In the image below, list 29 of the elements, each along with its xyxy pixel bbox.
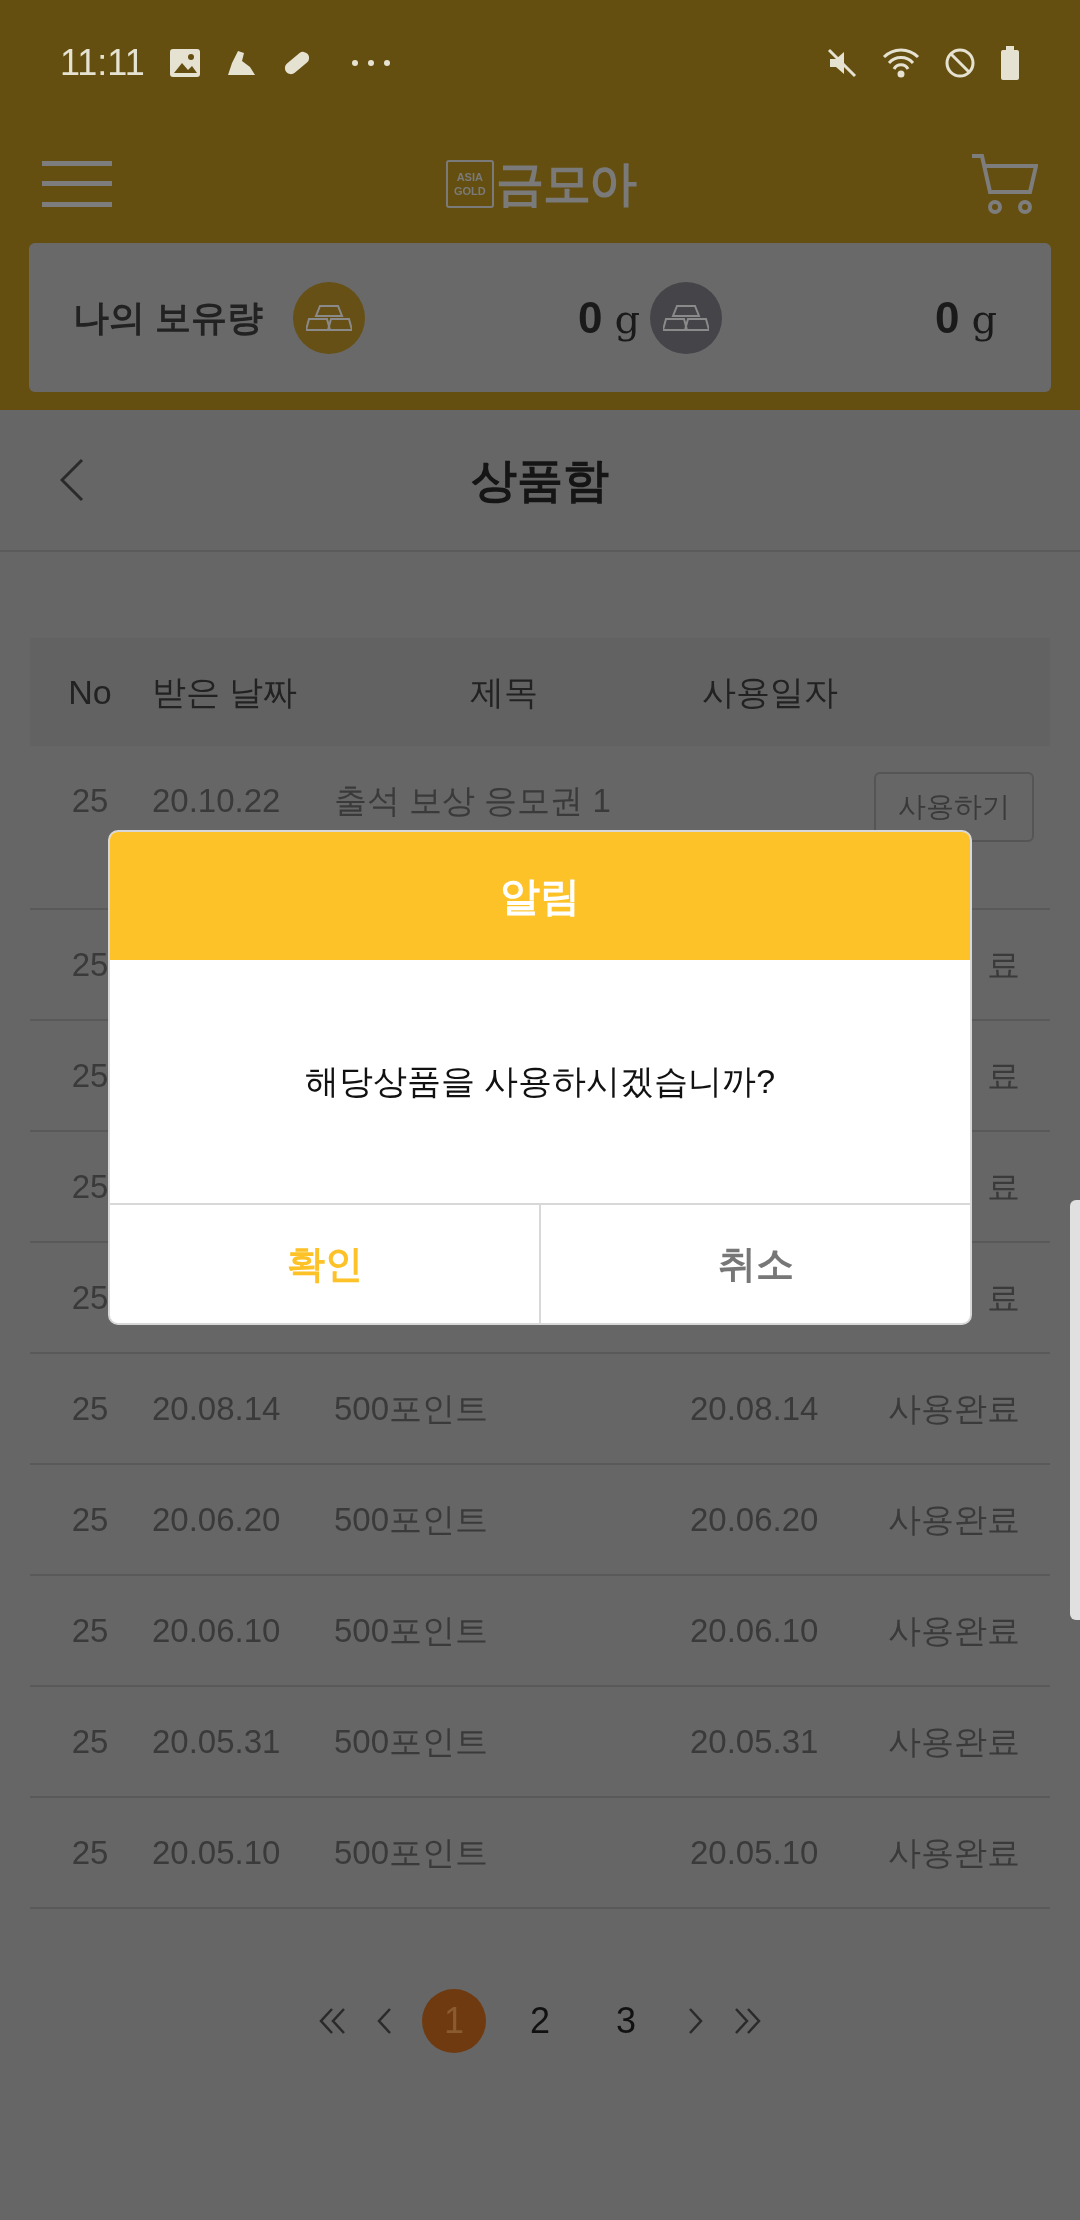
- last-page-icon[interactable]: [732, 2007, 762, 2035]
- bullion-bars-icon: [663, 302, 709, 333]
- holdings-amount: 0: [577, 291, 603, 344]
- holdings-label: 나의 보유량: [73, 295, 263, 340]
- battery-icon: [1000, 45, 1020, 80]
- column-header: 받은 날짜: [151, 671, 299, 713]
- holdings-unit: g: [971, 294, 997, 344]
- cart-icon[interactable]: [970, 153, 1038, 215]
- status-time: 11:11: [60, 40, 145, 85]
- page-title: 상품함: [471, 452, 609, 508]
- menu-icon[interactable]: [42, 161, 112, 207]
- image-icon: [168, 47, 201, 78]
- wifi-icon: [882, 46, 920, 79]
- first-page-icon[interactable]: [318, 2007, 348, 2035]
- holdings-unit: g: [614, 294, 640, 344]
- page-number[interactable]: 2: [508, 1989, 572, 2053]
- more-icon: [350, 58, 391, 67]
- block-icon: [944, 46, 976, 79]
- page-number[interactable]: 3: [594, 1989, 658, 2053]
- column-header: No: [67, 671, 113, 713]
- holdings-amount: 0: [934, 291, 960, 344]
- column-header: 제목: [469, 671, 539, 713]
- back-icon[interactable]: [60, 458, 84, 502]
- cancel-button[interactable]: 취소: [539, 1205, 970, 1323]
- bullion-bars-icon: [306, 302, 352, 333]
- dialog-title: 알림: [500, 873, 580, 920]
- dialog-message: 해당상품을 사용하시겠습니까?: [304, 1061, 776, 1102]
- column-header: 사용일자: [701, 671, 839, 713]
- mute-icon: [826, 46, 858, 79]
